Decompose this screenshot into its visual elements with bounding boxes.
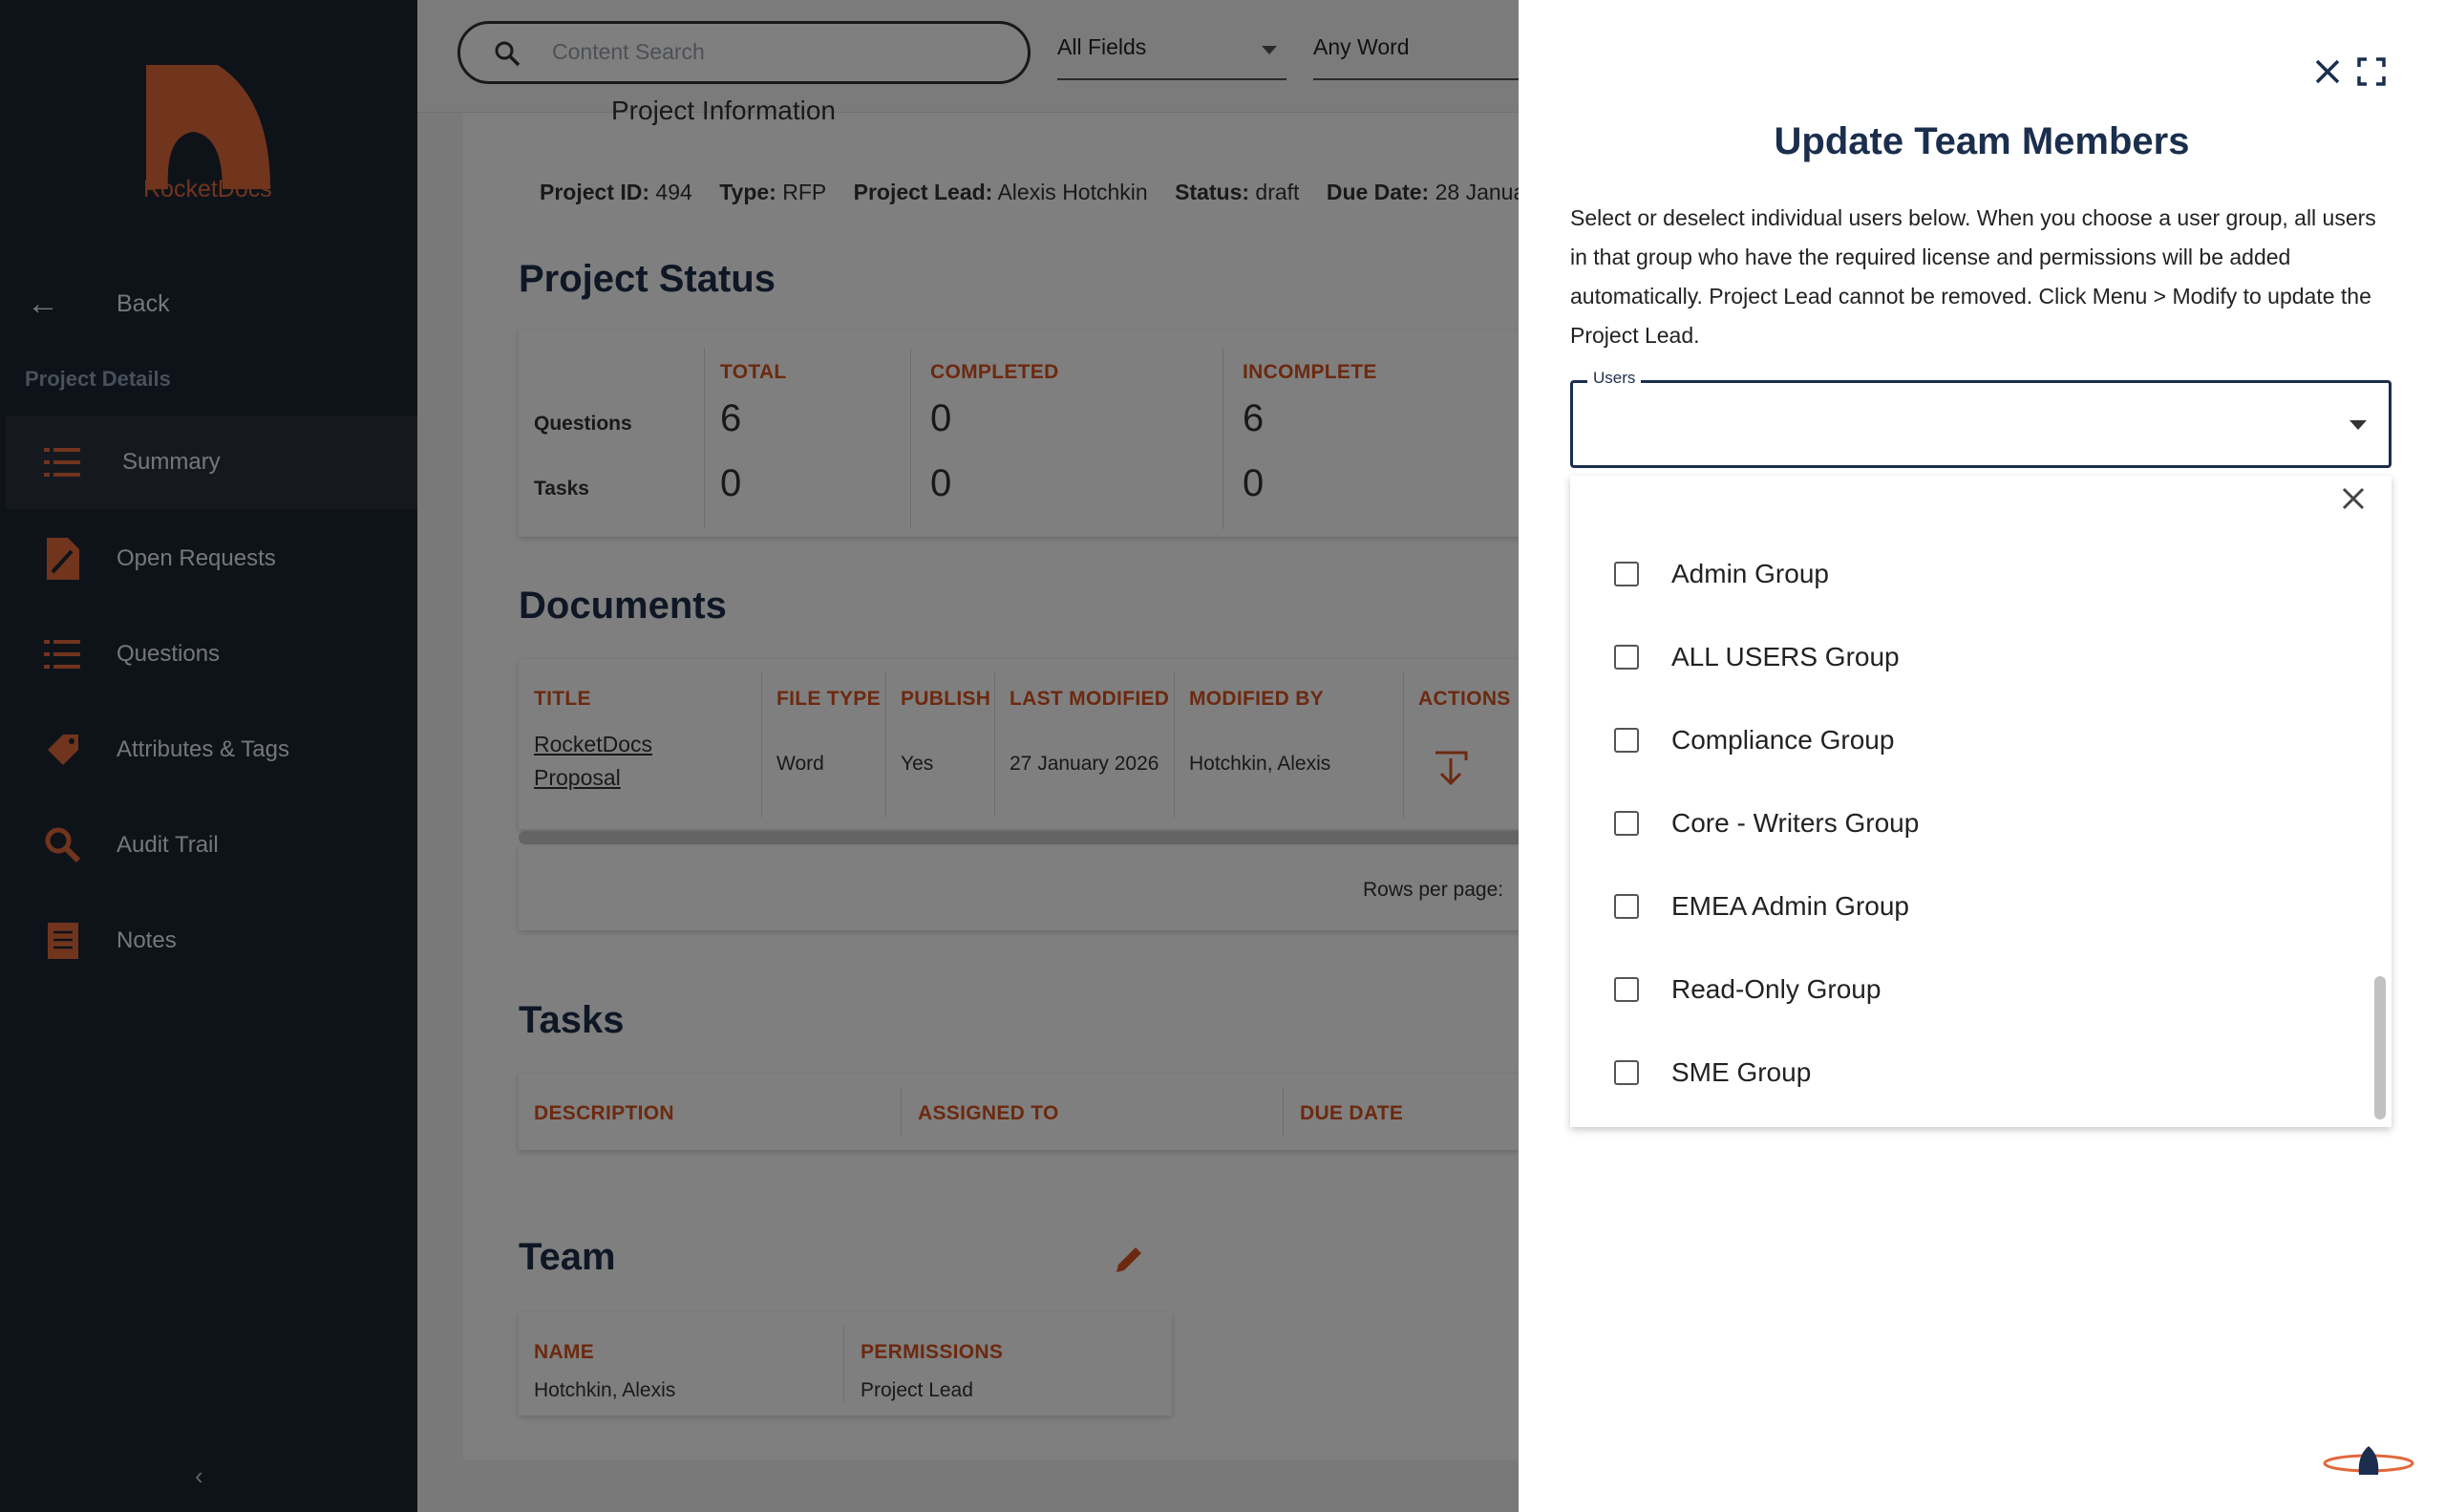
- checkbox[interactable]: [1614, 562, 1639, 586]
- checkbox[interactable]: [1614, 977, 1639, 1002]
- checkbox[interactable]: [1614, 1060, 1639, 1085]
- checkbox[interactable]: [1614, 728, 1639, 753]
- option-label: Core - Writers Group: [1671, 808, 1920, 838]
- caret-up-icon[interactable]: [2349, 420, 2367, 430]
- option-label: Admin Group: [1671, 559, 1829, 588]
- clear-icon[interactable]: [2340, 485, 2367, 512]
- option-label: SME Group: [1671, 1057, 1812, 1087]
- option-label: Read-Only Group: [1671, 974, 1882, 1004]
- option-core-writers-group[interactable]: Core - Writers Group: [1614, 799, 1919, 847]
- option-admin-group[interactable]: Admin Group: [1614, 550, 1829, 598]
- dialog-title: Update Team Members: [1774, 120, 2190, 162]
- option-read-only-group[interactable]: Read-Only Group: [1614, 966, 1881, 1013]
- checkbox[interactable]: [1614, 894, 1639, 919]
- fullscreen-icon[interactable]: [2355, 55, 2388, 88]
- rocket-brand-icon: [2323, 1446, 2414, 1475]
- option-label: EMEA Admin Group: [1671, 891, 1910, 921]
- checkbox[interactable]: [1614, 811, 1639, 836]
- option-emea-admin-group[interactable]: EMEA Admin Group: [1614, 883, 1909, 930]
- close-icon[interactable]: [2311, 55, 2344, 88]
- option-sme-group[interactable]: SME Group: [1614, 1049, 1811, 1097]
- option-all-users-group[interactable]: ALL USERS Group: [1614, 633, 1900, 681]
- option-label: ALL USERS Group: [1671, 642, 1900, 671]
- modal-backdrop[interactable]: [0, 0, 1519, 1512]
- option-label: Compliance Group: [1671, 725, 1895, 755]
- dialog-description: Select or deselect individual users belo…: [1570, 205, 2376, 348]
- users-select[interactable]: [1570, 380, 2392, 468]
- listbox-scrollbar[interactable]: [2374, 976, 2386, 1119]
- users-label: Users: [1587, 369, 1642, 388]
- checkbox[interactable]: [1614, 645, 1639, 670]
- option-compliance-group[interactable]: Compliance Group: [1614, 716, 1894, 764]
